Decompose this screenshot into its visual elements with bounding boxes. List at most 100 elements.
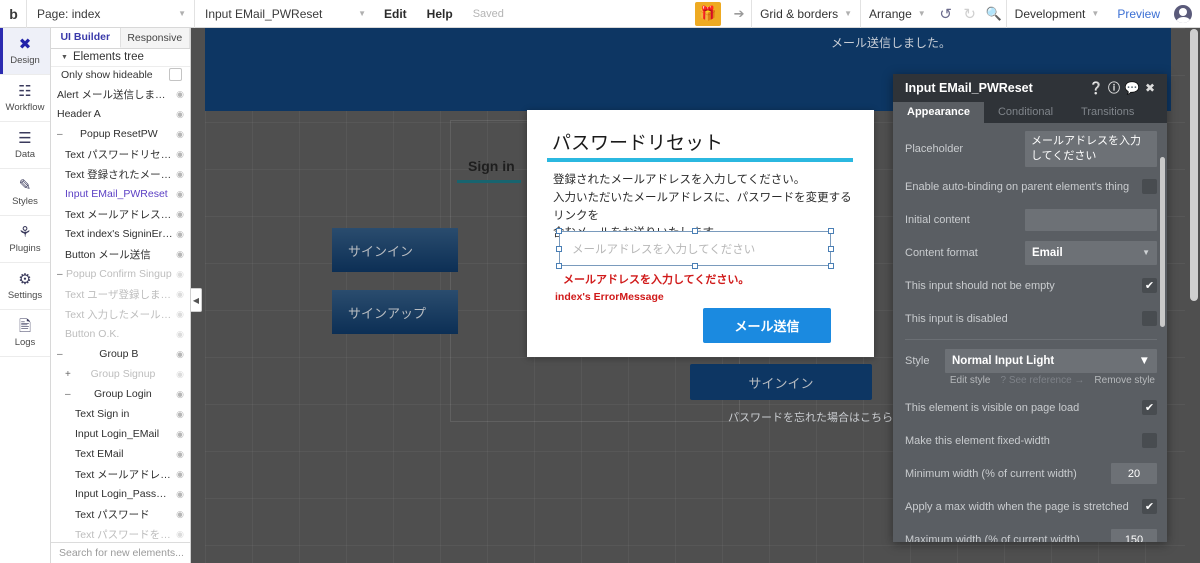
search-icon[interactable]: 🔍 bbox=[982, 0, 1006, 28]
tree-node[interactable]: Text Sign in ◉ bbox=[51, 404, 190, 424]
property-editor-panel[interactable]: Input EMail_PWReset ❔ ⓘ 💬 ✖ Appearance C… bbox=[893, 74, 1167, 542]
visible-on-load-checkbox[interactable]: ✔ bbox=[1142, 400, 1157, 416]
sidebar-item-design[interactable]: ✖ Design bbox=[0, 28, 50, 75]
eye-icon[interactable]: ◉ bbox=[176, 129, 184, 140]
eye-icon[interactable]: ◉ bbox=[176, 89, 184, 100]
eye-icon[interactable]: ◉ bbox=[176, 469, 184, 480]
eye-icon[interactable]: ◉ bbox=[176, 309, 184, 320]
expand-icon[interactable]: + bbox=[65, 369, 71, 380]
tree-node[interactable]: Button O.K. ◉ bbox=[51, 324, 190, 344]
resize-handle-middle-right[interactable] bbox=[828, 245, 834, 252]
bubble-logo-icon[interactable]: b bbox=[0, 0, 26, 28]
collapse-icon[interactable]: – bbox=[57, 269, 63, 280]
initial-content-input[interactable] bbox=[1025, 208, 1157, 231]
email-input-selection[interactable]: メールアドレスを入力してください bbox=[556, 228, 834, 269]
tree-node[interactable]: Button メール送信 ◉ bbox=[51, 244, 190, 264]
tree-node[interactable]: Text ユーザ登録しました ◉ bbox=[51, 284, 190, 304]
canvas-scrollbar[interactable] bbox=[1190, 29, 1198, 301]
content-format-select[interactable]: Email ▼ bbox=[1025, 240, 1157, 265]
resize-handle-top-left[interactable] bbox=[556, 228, 562, 234]
sidebar-item-workflow[interactable]: ☷ Workflow bbox=[0, 75, 50, 122]
eye-icon[interactable]: ◉ bbox=[176, 349, 184, 360]
elements-tree-header[interactable]: ▼ Elements tree bbox=[51, 49, 190, 67]
tree-node[interactable]: + Group Signup ◉ bbox=[51, 364, 190, 384]
tree-node[interactable]: Alert メール送信しました。◉ bbox=[51, 84, 190, 104]
page-selector[interactable]: Page: index ▼ bbox=[26, 0, 194, 28]
tab-responsive[interactable]: Responsive bbox=[120, 28, 190, 48]
undo-icon[interactable]: ↺ bbox=[934, 0, 958, 28]
tab-ui-builder[interactable]: UI Builder bbox=[51, 28, 121, 48]
resize-handle-top-center[interactable] bbox=[692, 228, 698, 234]
canvas-signup-button[interactable]: サインアップ bbox=[332, 290, 458, 334]
help-menu-button[interactable]: Help bbox=[417, 0, 463, 28]
user-avatar-icon[interactable] bbox=[1174, 4, 1192, 23]
tab-appearance[interactable]: Appearance bbox=[893, 101, 984, 123]
resize-handle-top-right[interactable] bbox=[828, 228, 834, 234]
sidebar-item-logs[interactable]: 🖹 Logs bbox=[0, 310, 50, 357]
elements-tree-list[interactable]: Alert メール送信しました。◉Header A◉–Popup ResetPW… bbox=[51, 83, 190, 541]
preview-button[interactable]: Preview bbox=[1107, 7, 1170, 21]
eye-icon[interactable]: ◉ bbox=[176, 289, 184, 300]
collapse-icon[interactable]: – bbox=[57, 129, 63, 140]
canvas-signin-button[interactable]: サインイン bbox=[332, 228, 458, 272]
auto-binding-checkbox[interactable] bbox=[1142, 179, 1157, 195]
resize-handle-middle-left[interactable] bbox=[556, 245, 562, 252]
sidebar-item-settings[interactable]: ⚙ Settings bbox=[0, 263, 50, 310]
eye-icon[interactable]: ◉ bbox=[176, 489, 184, 500]
disabled-checkbox[interactable] bbox=[1142, 311, 1157, 327]
tree-node[interactable]: Header A ◉ bbox=[51, 104, 190, 124]
comment-icon[interactable]: 💬 bbox=[1123, 81, 1141, 95]
chevron-left-icon[interactable]: ◀ bbox=[191, 288, 202, 312]
version-selector[interactable]: Development ▼ bbox=[1005, 0, 1108, 28]
sidebar-item-plugins[interactable]: ⚘ Plugins bbox=[0, 216, 50, 263]
tree-node[interactable]: Text index's SigninErrorM...◉ bbox=[51, 224, 190, 244]
apply-max-width-checkbox[interactable]: ✔ bbox=[1142, 499, 1157, 515]
eye-icon[interactable]: ◉ bbox=[176, 169, 184, 180]
tree-node[interactable]: – Popup ResetPW ◉ bbox=[51, 124, 190, 144]
eye-icon[interactable]: ◉ bbox=[176, 429, 184, 440]
tree-node[interactable]: Text 登録されたメールア...◉ bbox=[51, 164, 190, 184]
collapse-icon[interactable]: – bbox=[57, 349, 63, 360]
fixed-width-checkbox[interactable] bbox=[1142, 433, 1157, 449]
min-width-input[interactable]: 20 bbox=[1111, 463, 1157, 485]
tree-node[interactable]: Text パスワードリセット ◉ bbox=[51, 144, 190, 164]
eye-icon[interactable]: ◉ bbox=[176, 229, 184, 240]
tree-node[interactable]: Input EMail_PWReset ◉ bbox=[51, 184, 190, 204]
eye-icon[interactable]: ◉ bbox=[176, 269, 184, 280]
tree-node[interactable]: Text メールアドレスを入...◉ bbox=[51, 204, 190, 224]
tree-node[interactable]: – Popup Confirm Singup ◉ bbox=[51, 264, 190, 284]
email-input[interactable]: メールアドレスを入力してください bbox=[559, 231, 831, 266]
eye-icon[interactable]: ◉ bbox=[176, 149, 184, 160]
style-select[interactable]: Normal Input Light ▼ bbox=[945, 348, 1157, 373]
redo-icon[interactable]: ↻ bbox=[958, 0, 982, 28]
tree-node[interactable]: Text パスワードを入力...◉ bbox=[51, 524, 190, 541]
login-submit-button[interactable]: サインイン bbox=[690, 364, 872, 400]
property-panel-scrollbar[interactable] bbox=[1160, 156, 1165, 327]
question-circle-icon[interactable]: ❔ bbox=[1087, 81, 1105, 95]
eye-icon[interactable]: ◉ bbox=[176, 109, 184, 120]
placeholder-input[interactable]: メールアドレスを入力してください bbox=[1025, 130, 1157, 167]
not-empty-checkbox[interactable]: ✔ bbox=[1142, 278, 1157, 294]
tree-node[interactable]: Text EMail ◉ bbox=[51, 444, 190, 464]
close-icon[interactable]: ✖ bbox=[1141, 81, 1159, 95]
eye-icon[interactable]: ◉ bbox=[176, 369, 184, 380]
edit-menu-button[interactable]: Edit bbox=[374, 0, 417, 28]
tree-node[interactable]: Input Login_EMail ◉ bbox=[51, 424, 190, 444]
element-selector[interactable]: Input EMail_PWReset ▼ bbox=[194, 0, 374, 28]
collapse-icon[interactable]: – bbox=[65, 389, 71, 400]
remove-style-link[interactable]: Remove style bbox=[1094, 375, 1155, 386]
eye-icon[interactable]: ◉ bbox=[176, 389, 184, 400]
eye-icon[interactable]: ◉ bbox=[176, 409, 184, 420]
tree-node[interactable]: Text パスワード ◉ bbox=[51, 504, 190, 524]
eye-icon[interactable]: ◉ bbox=[176, 209, 184, 220]
forgot-password-link[interactable]: パスワードを忘れた場合はこちら bbox=[728, 409, 893, 425]
eye-icon[interactable]: ◉ bbox=[176, 329, 184, 340]
tree-node[interactable]: Text 入力したメールアド...◉ bbox=[51, 304, 190, 324]
gift-icon[interactable]: 🎁 bbox=[695, 1, 722, 26]
arrange-menu[interactable]: Arrange ▼ bbox=[860, 0, 934, 28]
sidebar-item-styles[interactable]: ✎ Styles bbox=[0, 169, 50, 216]
eye-icon[interactable]: ◉ bbox=[176, 449, 184, 460]
only-show-hideable-row[interactable]: Only show hideable bbox=[51, 67, 190, 83]
send-mail-button[interactable]: メール送信 bbox=[703, 308, 831, 343]
eye-icon[interactable]: ◉ bbox=[176, 529, 184, 540]
